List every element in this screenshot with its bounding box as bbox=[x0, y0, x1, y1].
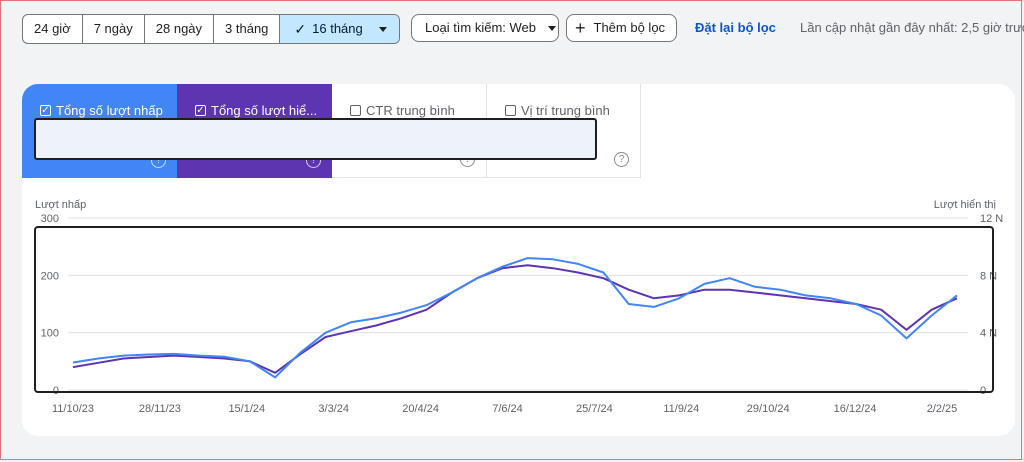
left-tick-label: 300 bbox=[41, 213, 59, 225]
caret-down-icon bbox=[548, 25, 557, 31]
series-line-clicks bbox=[72, 257, 958, 379]
caret-down-icon bbox=[378, 26, 387, 32]
search-type-dropdown[interactable]: Loại tìm kiếm: Web bbox=[411, 14, 559, 42]
checkbox-unchecked-icon[interactable] bbox=[505, 105, 516, 116]
x-tick-label: 3/3/24 bbox=[318, 403, 349, 415]
range-24h[interactable]: 24 giờ bbox=[23, 15, 83, 43]
last-updated-text: Lần cập nhật gần đây nhất: 2,5 giờ trước bbox=[800, 20, 1024, 35]
right-tick-label: 12 N bbox=[980, 213, 1003, 225]
performance-chart: 300 12 N200 8 N100 4 N0 011/10/23 28/11/23 15/… bbox=[34, 213, 1003, 415]
range-3m[interactable]: 3 tháng bbox=[214, 15, 281, 43]
x-tick-label: 25/7/24 bbox=[576, 403, 613, 415]
search-type-label: Loại tìm kiếm: Web bbox=[425, 20, 537, 35]
metric-label: Tổng số lượt hiể... bbox=[211, 103, 318, 118]
redaction-box bbox=[34, 118, 597, 160]
date-range-selector: 24 giờ 7 ngày 28 ngày 3 tháng ✓ 16 tháng bbox=[22, 14, 400, 44]
help-icon[interactable]: ? bbox=[614, 152, 629, 167]
add-filter-label: Thêm bộ lọc bbox=[593, 20, 666, 35]
x-tick-label: 20/4/24 bbox=[402, 403, 439, 415]
metric-label: Vị trí trung bình bbox=[521, 103, 610, 118]
plus-icon: + bbox=[575, 18, 586, 38]
left-tick-label: 100 bbox=[41, 328, 59, 340]
right-tick-label: 4 N bbox=[980, 328, 997, 340]
left-tick-label: 200 bbox=[41, 270, 59, 282]
add-filter-button[interactable]: + Thêm bộ lọc bbox=[566, 14, 677, 42]
check-icon: ✓ bbox=[294, 21, 307, 37]
range-16m-label: 16 tháng bbox=[312, 21, 363, 36]
x-tick-label: 11/10/23 bbox=[52, 403, 94, 415]
x-tick-label: 29/10/24 bbox=[747, 403, 790, 415]
range-7d[interactable]: 7 ngày bbox=[83, 15, 145, 43]
metric-label: CTR trung bình bbox=[366, 103, 455, 118]
chart-highlight-box bbox=[34, 226, 994, 393]
checkbox-checked-icon[interactable]: ✓ bbox=[40, 105, 51, 116]
x-tick-label: 7/6/24 bbox=[492, 403, 523, 415]
toolbar: 24 giờ 7 ngày 28 ngày 3 tháng ✓ 16 tháng… bbox=[0, 0, 1024, 56]
x-tick-label: 15/1/24 bbox=[228, 403, 265, 415]
x-tick-label: 28/11/23 bbox=[139, 403, 181, 415]
right-tick-label: 8 N bbox=[980, 270, 997, 282]
range-16m[interactable]: ✓ 16 tháng bbox=[280, 15, 399, 43]
x-tick-label: 2/2/25 bbox=[927, 403, 958, 415]
x-tick-label: 16/12/24 bbox=[834, 403, 877, 415]
x-tick-label: 11/9/24 bbox=[663, 403, 699, 415]
range-28d[interactable]: 28 ngày bbox=[145, 15, 215, 43]
performance-card: ✓ Tổng số lượt nhấp ? ✓ Tổng số lượt hiể..… bbox=[22, 84, 1015, 436]
metric-label: Tổng số lượt nhấp bbox=[56, 103, 163, 118]
checkbox-checked-icon[interactable]: ✓ bbox=[195, 105, 206, 116]
reset-filters-link[interactable]: Đặt lại bộ lọc bbox=[695, 20, 776, 35]
checkbox-unchecked-icon[interactable] bbox=[350, 105, 361, 116]
